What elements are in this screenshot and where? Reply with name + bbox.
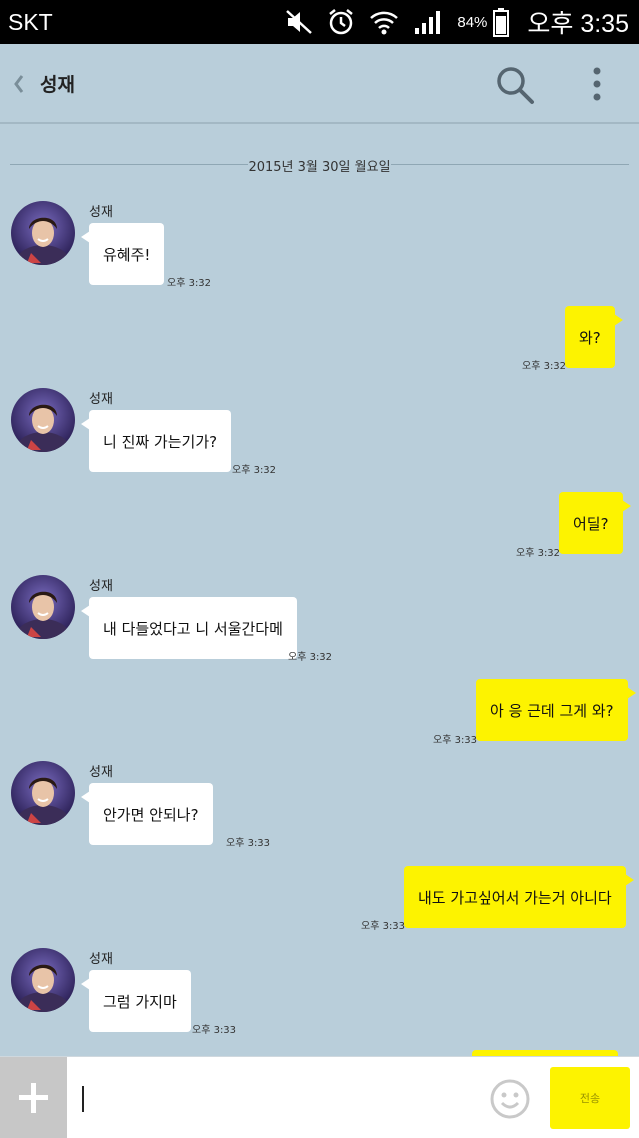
status-icons: 84% 오후 3:35 [285, 6, 629, 38]
avatar[interactable] [11, 948, 75, 1012]
search-icon [497, 67, 534, 104]
message-bubble[interactable]: 내도 가고싶어서 가는거 아니다 [404, 866, 634, 928]
avatar[interactable] [11, 761, 75, 825]
date-separator: 2015년 3월 30일 월요일 [10, 155, 629, 175]
chat-header: 성재 [0, 44, 639, 124]
send-label: 전송 [579, 1092, 601, 1105]
wifi-icon [370, 11, 399, 35]
profile-photo [11, 388, 75, 452]
message-text: 내 다들었다고 니 서울간다메 [103, 619, 283, 638]
alarm-icon [329, 9, 354, 35]
message-bubble[interactable]: 안가면 안되나? [81, 783, 213, 845]
mute-icon [286, 10, 313, 34]
sender-name: 성재 [89, 205, 113, 220]
message-time: 오후 3:33 [192, 1025, 237, 1036]
message-time: 오후 3:32 [522, 361, 567, 372]
message-bubble[interactable]: 내 다들었다고 니 서울간다메 [81, 597, 297, 659]
more-vert-icon [593, 67, 601, 101]
avatar[interactable] [11, 575, 75, 639]
profile-photo [11, 948, 75, 1012]
message-bubble[interactable]: 어딜? [559, 492, 631, 554]
signal-icon [415, 11, 441, 34]
battery-icon [493, 8, 510, 37]
message-input-bar: 전송 [0, 1056, 639, 1138]
battery-percent: 84% [457, 13, 488, 31]
message-bubble[interactable]: 그럼 가지마 [81, 970, 191, 1032]
profile-photo [11, 201, 75, 265]
emoji-icon [490, 1079, 530, 1119]
profile-photo [11, 575, 75, 639]
message-text: 아 응 근데 그게 와? [490, 701, 614, 720]
message-text: 안가면 안되나? [103, 805, 199, 824]
attach-button[interactable] [0, 1057, 67, 1138]
plus-icon [19, 1083, 48, 1113]
message-time: 오후 3:33 [361, 921, 406, 932]
sender-name: 성재 [89, 392, 113, 407]
message-time: 오후 3:33 [433, 735, 478, 746]
text-caret [82, 1086, 84, 1112]
message-bubble[interactable]: 유혜주! [80, 223, 165, 285]
emoji-button[interactable] [489, 1078, 531, 1120]
message-bubble[interactable]: 아 응 근데 그게 와? [476, 679, 636, 741]
message-text: 유혜주! [103, 245, 151, 264]
message-text: 내도 가고싶어서 가는거 아니다 [418, 888, 612, 907]
sender-name: 성재 [89, 579, 113, 594]
status-bar: SKT 84% 오후 3:35 [0, 0, 639, 44]
message-time: 오후 3:32 [232, 465, 277, 476]
message-bubble[interactable]: 니 진짜 가는기가? [80, 410, 232, 472]
chevron-left-icon [14, 75, 24, 93]
message-time: 오후 3:33 [226, 838, 271, 849]
message-text: 와? [579, 328, 601, 347]
more-options-button[interactable] [580, 62, 614, 106]
message-time: 오후 3:32 [516, 548, 561, 559]
message-time: 오후 3:32 [167, 278, 212, 289]
back-button[interactable] [8, 68, 32, 100]
sender-name: 성재 [89, 952, 113, 967]
carrier-label: SKT [8, 9, 53, 35]
message-bubble[interactable]: 와? [565, 306, 623, 368]
send-button[interactable]: 전송 [550, 1067, 630, 1129]
message-text: 어딜? [573, 514, 609, 533]
message-input[interactable] [76, 1075, 476, 1121]
search-button[interactable] [492, 62, 536, 106]
profile-photo [11, 761, 75, 825]
avatar[interactable] [11, 201, 75, 265]
avatar[interactable] [11, 388, 75, 452]
chat-title: 성재 [40, 74, 75, 96]
message-text: 니 진짜 가는기가? [103, 432, 218, 451]
sender-name: 성재 [89, 765, 113, 780]
message-time: 오후 3:32 [288, 652, 333, 663]
date-label: 2015년 3월 30일 월요일 [248, 160, 391, 175]
clock: 오후 3:35 [527, 10, 629, 38]
message-text: 그럼 가지마 [103, 992, 177, 1011]
